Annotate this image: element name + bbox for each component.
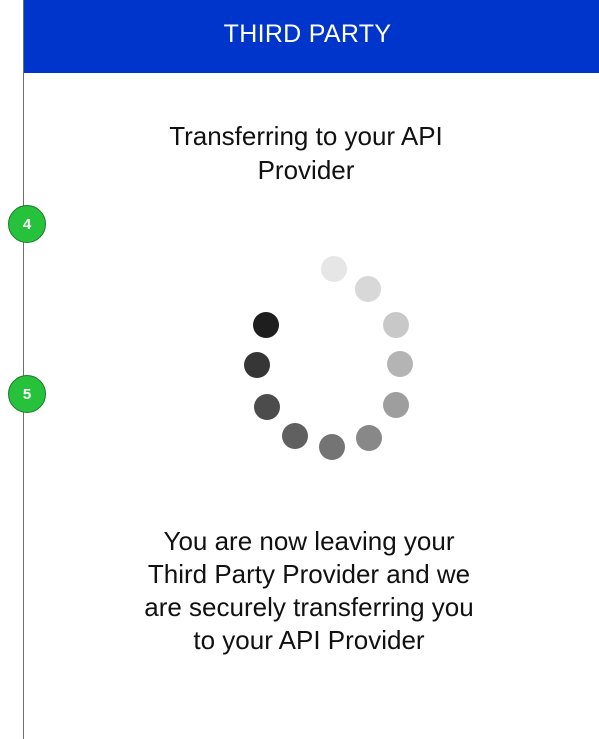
transfer-heading: Transferring to your API Provider	[169, 121, 443, 185]
step-marker-label: 4	[22, 215, 32, 233]
mobile-screen: THIRD PARTY Transferring to your API Pro…	[23, 0, 599, 739]
header-title: THIRD PARTY	[223, 20, 392, 48]
app-header: THIRD PARTY	[24, 0, 599, 73]
spinner-dot	[387, 351, 413, 377]
spinner-dot	[282, 423, 308, 449]
step-marker-4: 4	[8, 205, 46, 243]
screen-canvas: THIRD PARTY Transferring to your API Pro…	[0, 0, 599, 739]
spinner-dot	[244, 352, 270, 378]
step-marker-label: 5	[22, 385, 32, 403]
spinner-dot	[355, 276, 381, 302]
loading-spinner-icon	[209, 256, 419, 466]
spinner-dot	[383, 392, 409, 418]
spinner-dot	[253, 312, 279, 338]
spinner-dot	[319, 434, 345, 460]
leaving-message: You are now leaving your Third Party Pro…	[144, 526, 474, 655]
spinner-dot	[356, 425, 382, 451]
spinner-dot	[383, 312, 409, 338]
spinner-dot	[321, 256, 347, 282]
step-marker-5: 5	[8, 375, 46, 413]
spinner-dot	[254, 394, 280, 420]
